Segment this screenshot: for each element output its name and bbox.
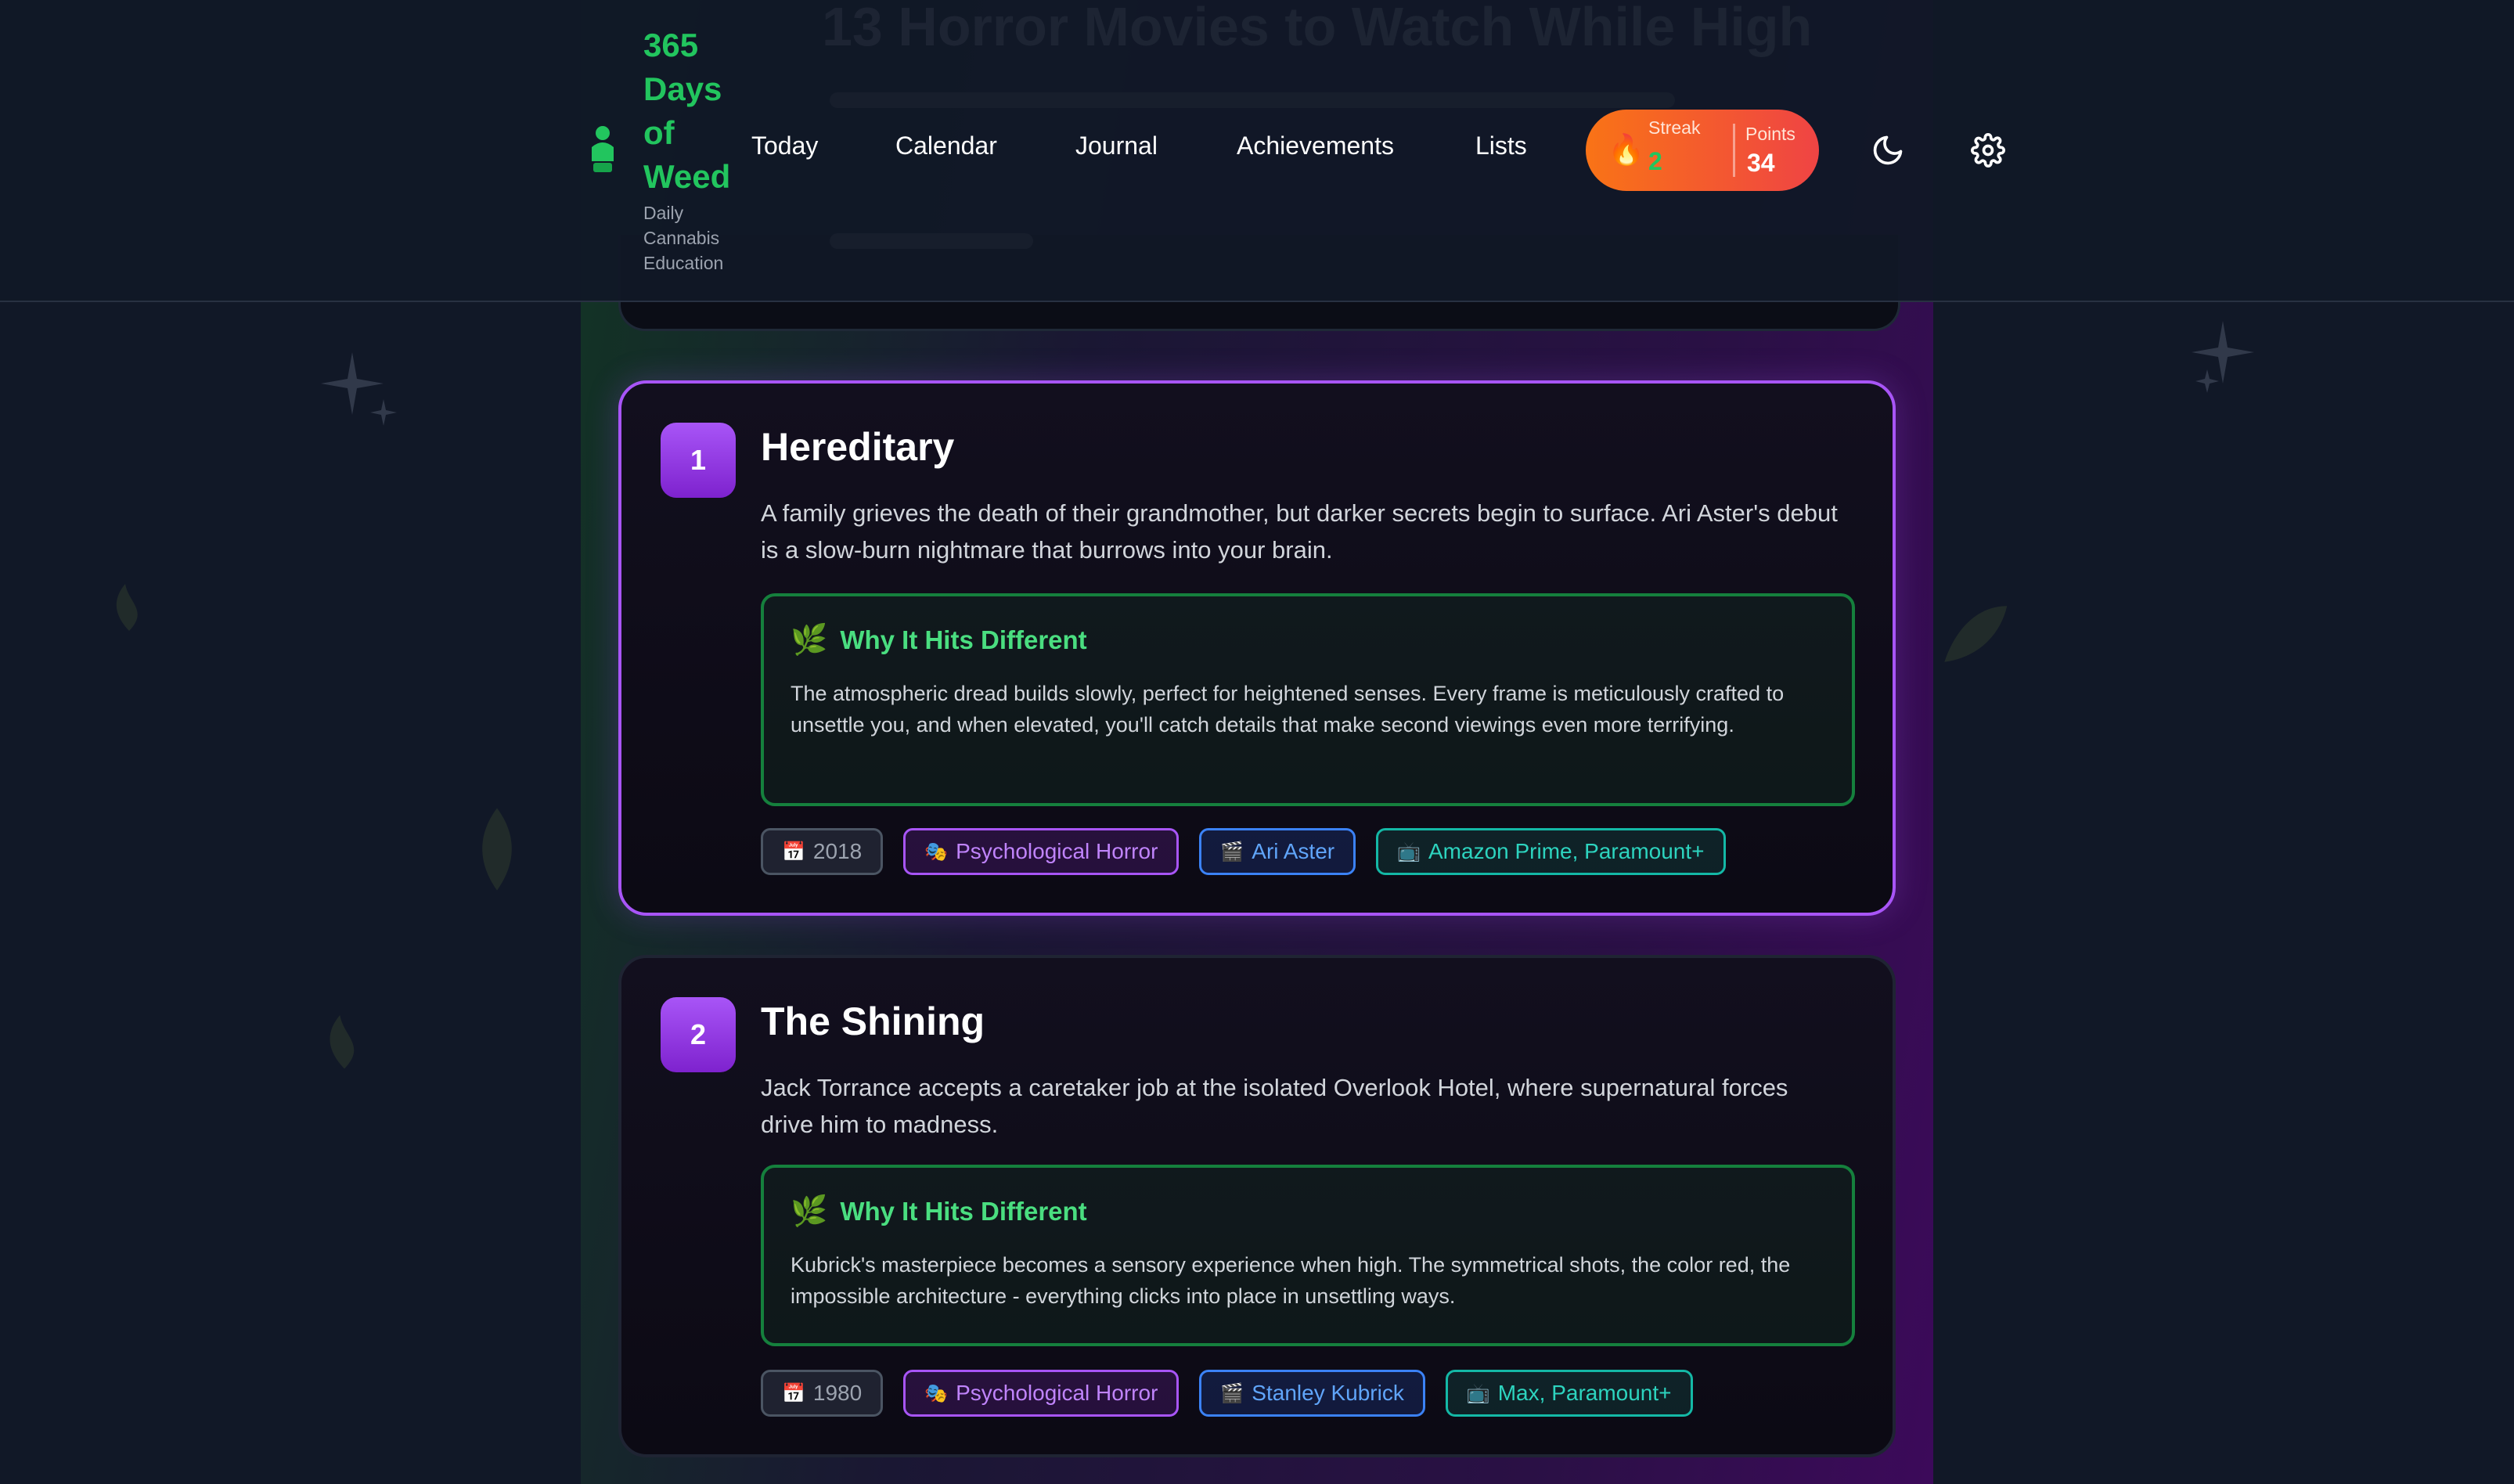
rank-badge: 2	[661, 997, 736, 1072]
streak-value: 2	[1648, 147, 1662, 175]
leaf-icon	[1944, 606, 2008, 662]
theater-masks-icon: 🎭	[924, 841, 949, 863]
streaming-tag: 📺 Max, Paramount+	[1445, 1370, 1693, 1417]
streaming-value: Max, Paramount+	[1497, 1381, 1672, 1405]
movie-tags: 📅 1980 🎭 Psychological Horror 🎬 Stanley Kub…	[761, 1370, 1693, 1417]
meta-placeholder	[830, 233, 1033, 249]
year-value: 1980	[812, 1381, 863, 1405]
why-text: The atmospheric dread builds slowly, per…	[791, 682, 1785, 737]
leaf-icon	[330, 1014, 355, 1069]
points-value: 34	[1747, 149, 1775, 177]
why-text: Kubrick's masterpiece becomes a sensory …	[791, 1253, 1791, 1308]
movie-title: The Shining	[761, 1000, 985, 1043]
subtitle-placeholder	[830, 92, 1675, 108]
streaming-tag: 📺 Amazon Prime, Paramount+	[1376, 828, 1726, 875]
genre-value: Psychological Horror	[956, 1381, 1158, 1405]
movie-title: Hereditary	[761, 425, 955, 469]
director-value: Ari Aster	[1252, 839, 1335, 863]
clapperboard-icon: 🎬	[1220, 1382, 1244, 1404]
nav-journal[interactable]: Journal	[1075, 131, 1158, 160]
movie-description: Jack Torrance accepts a caretaker job at…	[761, 1074, 1788, 1138]
movie-card[interactable]: 2 The Shining Jack Torrance accepts a ca…	[618, 955, 1896, 1457]
director-value: Stanley Kubrick	[1252, 1381, 1404, 1405]
gear-icon	[1971, 133, 2005, 167]
nav-lists[interactable]: Lists	[1475, 131, 1527, 160]
why-title: Why It Hits Different	[840, 1197, 1087, 1226]
clapperboard-icon: 🎬	[1220, 841, 1244, 863]
genre-value: Psychological Horror	[956, 839, 1158, 863]
leaf-icon	[116, 584, 138, 631]
why-title: Why It Hits Different	[840, 625, 1087, 654]
streaming-value: Amazon Prime, Paramount+	[1428, 839, 1705, 863]
why-it-hits-box: 🌿 Why It Hits Different The atmospheric …	[761, 593, 1855, 806]
top-navigation-bar: 13 Horror Movies to Watch While High 365…	[0, 0, 2514, 302]
genre-tag: 🎭 Psychological Horror	[903, 1370, 1180, 1417]
settings-button[interactable]	[1965, 127, 2012, 174]
director-tag: 🎬 Ari Aster	[1199, 828, 1356, 875]
calendar-icon: 📅	[782, 1382, 805, 1404]
television-icon: 📺	[1466, 1382, 1490, 1404]
stats-divider	[1733, 124, 1735, 177]
year-value: 2018	[812, 839, 863, 863]
movie-card[interactable]: 1 Hereditary A family grieves the death …	[618, 380, 1896, 916]
moon-icon	[1873, 135, 1903, 165]
year-tag: 📅 1980	[761, 1370, 884, 1417]
leaf-icon	[482, 808, 512, 891]
rank-badge: 1	[661, 423, 736, 498]
director-tag: 🎬 Stanley Kubrick	[1199, 1370, 1425, 1417]
nav-calendar[interactable]: Calendar	[895, 131, 997, 160]
nav-achievements[interactable]: Achievements	[1237, 131, 1394, 160]
cannabis-person-icon	[592, 126, 614, 172]
television-icon: 📺	[1397, 841, 1421, 863]
herb-icon: 🌿	[791, 624, 828, 657]
flame-icon: 🔥	[1608, 134, 1645, 167]
app-brand[interactable]: 365 Days of Weed	[643, 23, 745, 199]
app-tagline: Daily Cannabis Education	[643, 203, 724, 273]
page-title-behind-header: 13 Horror Movies to Watch While High	[822, 0, 1813, 57]
movie-tags: 📅 2018 🎭 Psychological Horror 🎬 Ari Aster 📺…	[761, 828, 1726, 875]
theater-masks-icon: 🎭	[924, 1382, 949, 1404]
movie-description: A family grieves the death of their gran…	[761, 499, 1838, 564]
points-label: Points	[1745, 124, 1795, 144]
herb-icon: 🌿	[791, 1195, 828, 1228]
streak-label: Streak	[1648, 117, 1701, 138]
why-it-hits-box: 🌿 Why It Hits Different Kubrick's master…	[761, 1165, 1855, 1346]
theme-toggle-button[interactable]	[1864, 127, 1911, 174]
nav-today[interactable]: Today	[751, 131, 818, 160]
sparkle-icon	[2192, 321, 2254, 393]
calendar-icon: 📅	[782, 841, 805, 863]
sparkle-icon	[321, 352, 397, 426]
genre-tag: 🎭 Psychological Horror	[903, 828, 1180, 875]
streak-points-badge[interactable]: 🔥 Streak 2 Points 34	[1586, 110, 1819, 191]
year-tag: 📅 2018	[761, 828, 884, 875]
